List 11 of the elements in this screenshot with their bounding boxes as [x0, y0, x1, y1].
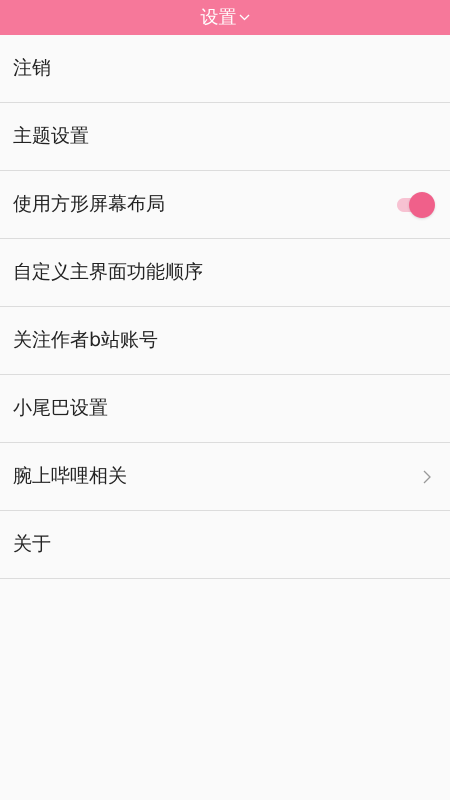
setting-label[interactable]: 使用方形屏幕布局: [13, 190, 165, 219]
setting-label[interactable]: 腕上哔哩相关: [13, 462, 127, 491]
setting-label[interactable]: 关注作者b站账号: [13, 326, 158, 355]
chevron-down-icon[interactable]: [238, 14, 250, 21]
setting-label[interactable]: 自定义主界面功能顺序: [13, 258, 203, 287]
setting-label[interactable]: 小尾巴设置: [13, 394, 108, 423]
setting-label[interactable]: 注销: [13, 54, 51, 83]
chevron-right-icon: [423, 470, 431, 484]
setting-label[interactable]: 主题设置: [13, 122, 89, 151]
toggle-switch[interactable]: [395, 192, 435, 218]
setting-label[interactable]: 关于: [13, 530, 51, 559]
